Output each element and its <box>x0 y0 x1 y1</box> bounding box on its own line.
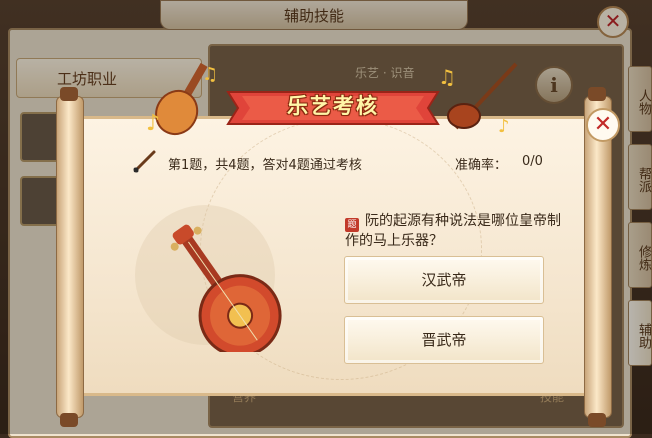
dialog-title: 乐艺考核 <box>287 94 379 118</box>
svg-text:♫: ♫ <box>202 64 218 85</box>
progress-row: 第1题，共4题，答对4题通过考核 准确率： 0/0 <box>130 150 560 174</box>
svg-text:♪: ♪ <box>498 116 510 137</box>
accuracy-value: 0/0 <box>522 154 543 169</box>
accuracy-label: 准确率： <box>455 158 508 173</box>
ruan-instrument-icon <box>170 224 282 352</box>
dialog-close-icon[interactable]: ✕ <box>586 108 620 142</box>
pipa-decoration-icon: ♪ ♫ <box>146 62 218 136</box>
progress-text: 第1题，共4题，答对4题通过考核 <box>168 158 362 173</box>
question-badge-icon: 题 <box>345 218 359 232</box>
brush-icon <box>133 150 156 173</box>
erhu-decoration-icon: ♫ ♪ <box>438 62 518 137</box>
question-label: 阮的起源有种说法是哪位皇帝制作的马上乐器？ <box>345 213 561 249</box>
scroll-roller-right <box>584 87 612 427</box>
svg-text:♫: ♫ <box>438 65 456 89</box>
scroll-roller-left <box>56 87 84 427</box>
svg-text:♪: ♪ <box>146 111 160 136</box>
answer-button-2[interactable]: 晋武帝 <box>344 316 544 364</box>
answer-button-1[interactable]: 汉武帝 <box>344 256 544 304</box>
question-text: 题阮的起源有种说法是哪位皇帝制作的马上乐器？ <box>345 212 565 250</box>
